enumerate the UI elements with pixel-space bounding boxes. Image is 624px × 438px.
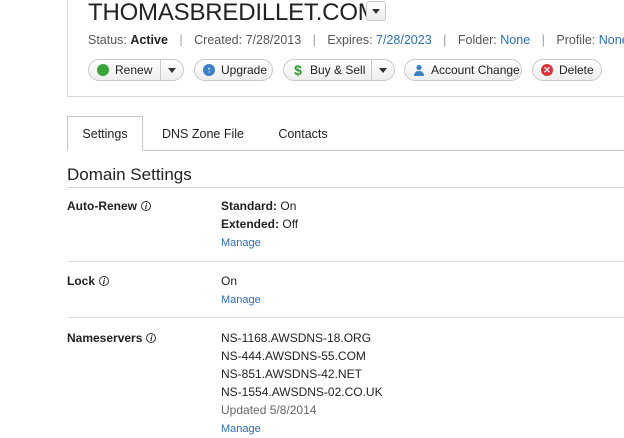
standard-line: Standard: On xyxy=(221,197,298,215)
autorenew-row-label: Auto-Renew i xyxy=(67,199,151,213)
tab-contacts[interactable]: Contacts xyxy=(264,116,342,151)
info-icon[interactable]: i xyxy=(146,333,157,343)
separator: | xyxy=(443,33,447,47)
folder-link[interactable]: None xyxy=(500,33,530,47)
domain-menu-dropdown[interactable] xyxy=(366,1,386,21)
tab-dns-zone-file[interactable]: DNS Zone File xyxy=(152,116,254,151)
profile-label: Profile: xyxy=(556,33,596,47)
red-x-icon: ✕ xyxy=(541,64,553,76)
section-title: Domain Settings xyxy=(67,165,192,184)
renew-button[interactable]: Renew xyxy=(88,59,184,81)
chevron-down-icon xyxy=(168,67,176,73)
nameserver-item: NS-851.AWSDNS-42.NET xyxy=(221,367,362,381)
lock-label: Lock xyxy=(67,274,96,288)
tabs-bar-line xyxy=(67,150,624,151)
nameservers-manage-link[interactable]: Manage xyxy=(221,423,261,435)
extended-line: Extended: Off xyxy=(221,215,298,233)
upgrade-label: Upgrade xyxy=(221,63,268,77)
profile-link[interactable]: None xyxy=(599,33,624,47)
renew-dropdown[interactable] xyxy=(160,60,183,80)
renew-label: Renew xyxy=(115,63,153,77)
delete-button[interactable]: ✕ Delete xyxy=(532,59,602,81)
green-circle-icon xyxy=(97,64,109,76)
lock-manage-link[interactable]: Manage xyxy=(221,294,261,306)
autorenew-label: Auto-Renew xyxy=(67,199,137,213)
autorenew-values: Standard: On Extended: Off Manage xyxy=(221,197,298,252)
lock-value: On xyxy=(221,274,238,288)
account-change-label: Account Change xyxy=(431,63,520,77)
nameservers-label: Nameservers xyxy=(67,331,143,345)
chevron-down-icon xyxy=(379,67,387,73)
separator: | xyxy=(541,33,545,47)
dollar-icon: $ xyxy=(294,62,302,78)
extended-label: Extended: xyxy=(221,217,280,231)
tab-settings[interactable]: Settings xyxy=(67,116,143,151)
row-divider xyxy=(67,261,624,262)
expires-link[interactable]: 7/28/2023 xyxy=(376,33,432,47)
info-icon[interactable]: i xyxy=(99,276,110,286)
section-divider xyxy=(67,187,624,188)
extended-value: Off xyxy=(282,217,299,231)
buy-sell-label: Buy & Sell xyxy=(310,63,366,77)
info-icon[interactable]: i xyxy=(141,201,151,211)
nameservers-updated: Updated 5/8/2014 xyxy=(221,403,317,417)
nameserver-item: NS-1168.AWSDNS-18.ORG xyxy=(221,331,372,345)
status-value: Active xyxy=(130,33,168,47)
autorenew-manage-link[interactable]: Manage xyxy=(221,237,261,249)
standard-value: On xyxy=(280,199,297,213)
chevron-down-icon xyxy=(372,8,380,14)
row-divider xyxy=(67,317,624,318)
blue-up-arrow-icon: ↑ xyxy=(203,64,215,76)
lock-values: On Manage xyxy=(221,272,261,309)
nameservers-values: NS-1168.AWSDNS-18.ORG NS-444.AWSDNS-55.C… xyxy=(221,329,383,438)
created-date: Created: 7/28/2013 xyxy=(194,33,302,47)
expires-label: Expires: xyxy=(327,33,373,47)
upgrade-button[interactable]: ↑ Upgrade xyxy=(194,59,273,81)
buy-sell-button[interactable]: $ Buy & Sell xyxy=(283,59,395,81)
lock-row-label: Lock i xyxy=(67,274,110,288)
nameserver-item: NS-1554.AWSDNS-02.CO.UK xyxy=(221,385,383,399)
standard-label: Standard: xyxy=(221,199,278,213)
separator: | xyxy=(179,33,183,47)
status-label: Status: xyxy=(88,33,127,47)
folder-label: Folder: xyxy=(457,33,497,47)
account-change-button[interactable]: Account Change xyxy=(404,59,522,81)
person-icon xyxy=(413,64,425,76)
domain-name-title: THOMASBREDILLET.COM xyxy=(88,0,378,26)
nameservers-row-label: Nameservers i xyxy=(67,331,157,345)
buy-sell-dropdown[interactable] xyxy=(371,60,394,80)
domain-status-line: Status: Active | Created: 7/28/2013 | Ex… xyxy=(88,33,624,47)
delete-label: Delete xyxy=(559,63,594,77)
separator: | xyxy=(312,33,316,47)
nameserver-item: NS-444.AWSDNS-55.COM xyxy=(221,349,366,363)
